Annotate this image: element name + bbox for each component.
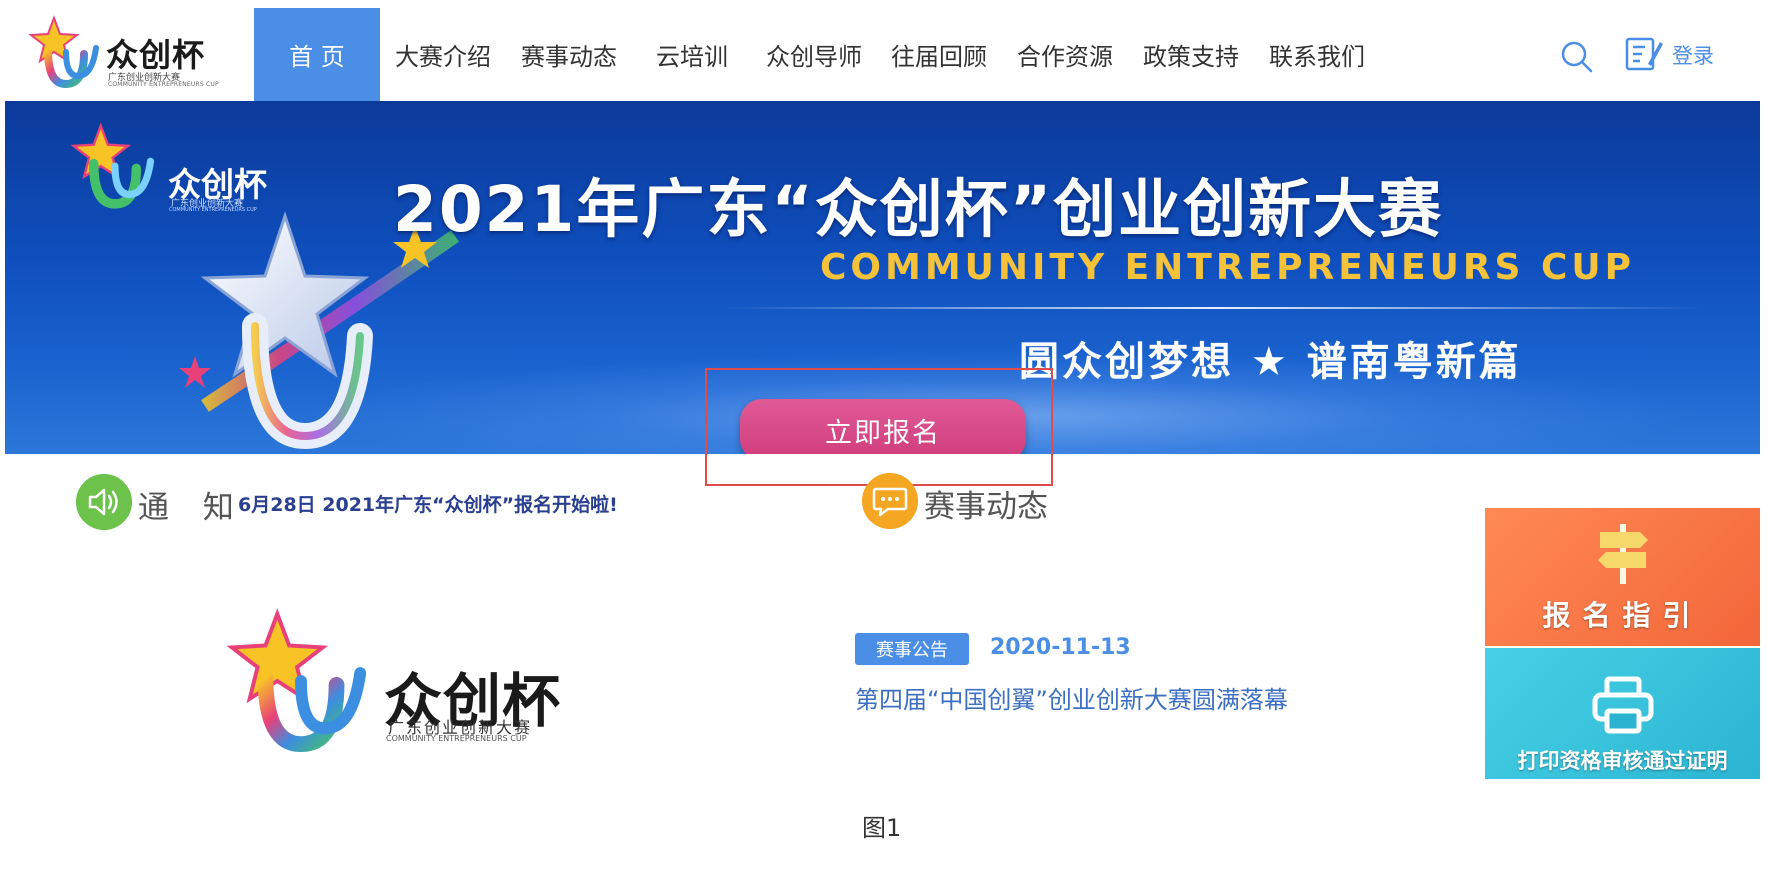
chat-icon bbox=[862, 473, 918, 529]
news-category-tag: 赛事公告 bbox=[855, 633, 969, 665]
login-link[interactable]: 登录 bbox=[1672, 40, 1714, 70]
nav-item-policy[interactable]: 政策支持 bbox=[1128, 8, 1254, 101]
hero-banner: 众创杯 广东创业创新大赛 COMMUNITY ENTREPRENEURS CUP… bbox=[5, 101, 1760, 454]
nav-item-contact[interactable]: 联系我们 bbox=[1254, 8, 1380, 101]
printer-icon bbox=[1592, 676, 1653, 734]
nav-item-intro[interactable]: 大赛介绍 bbox=[380, 8, 506, 101]
news-title-link[interactable]: 第四届“中国创翼”创业创新大赛圆满落幕 bbox=[855, 680, 1288, 715]
signpost-icon bbox=[1597, 524, 1648, 584]
print-certificate-label: 打印资格审核通过证明 bbox=[1517, 749, 1728, 773]
banner-title: 2021年广东“众创杯”创业创新大赛 bbox=[393, 173, 1444, 246]
nav-item-history[interactable]: 往届回顾 bbox=[876, 8, 1002, 101]
banner-divider bbox=[725, 307, 1705, 309]
top-header: 众创杯 广东创业创新大赛 COMMUNITY ENTREPRENEURS CUP… bbox=[0, 0, 1760, 101]
news-section-label: 赛事动态 bbox=[924, 489, 1048, 525]
news-date: 2020-11-13 bbox=[990, 635, 1131, 660]
nav-item-news[interactable]: 赛事动态 bbox=[506, 8, 632, 101]
banner-logo-icon bbox=[70, 122, 155, 209]
notice-link[interactable]: 6月28日 2021年广东“众创杯”报名开始啦! bbox=[238, 490, 618, 517]
print-certificate-card[interactable]: 打印资格审核通过证明 bbox=[1485, 648, 1760, 779]
logo-subtitle-en: COMMUNITY ENTREPRENEURS CUP bbox=[108, 81, 219, 88]
edit-icon[interactable] bbox=[1624, 34, 1664, 74]
site-logo[interactable]: 众创杯 广东创业创新大赛 COMMUNITY ENTREPRENEURS CUP bbox=[26, 14, 219, 90]
signup-button[interactable]: 立即报名 bbox=[740, 399, 1026, 454]
nav-item-home[interactable]: 首 页 bbox=[254, 8, 380, 101]
big-logo-subtitle-en: COMMUNITY ENTREPRENEURS CUP bbox=[386, 734, 527, 743]
signup-guide-label: 报名指引 bbox=[1542, 599, 1703, 632]
search-icon[interactable] bbox=[1560, 40, 1594, 74]
figure-caption: 图1 bbox=[862, 814, 902, 842]
main-nav: 首 页 大赛介绍 赛事动态 云培训 众创导师 往届回顾 合作资源 政策支持 联系… bbox=[254, 8, 1380, 101]
banner-subtitle-en: COMMUNITY ENTREPRENEURS CUP bbox=[820, 247, 1636, 288]
banner-slogan: 圆众创梦想 ★ 谱南粤新篇 bbox=[1019, 339, 1522, 385]
speaker-icon bbox=[76, 474, 132, 530]
nav-item-mentors[interactable]: 众创导师 bbox=[752, 8, 876, 101]
nav-item-resources[interactable]: 合作资源 bbox=[1002, 8, 1128, 101]
signup-guide-card[interactable]: 报名指引 bbox=[1485, 508, 1760, 646]
star-cup-logo-icon bbox=[28, 15, 99, 89]
big-logo-icon bbox=[226, 608, 367, 753]
notice-label: 通 知 bbox=[138, 490, 246, 526]
nav-item-training[interactable]: 云培训 bbox=[632, 8, 752, 101]
